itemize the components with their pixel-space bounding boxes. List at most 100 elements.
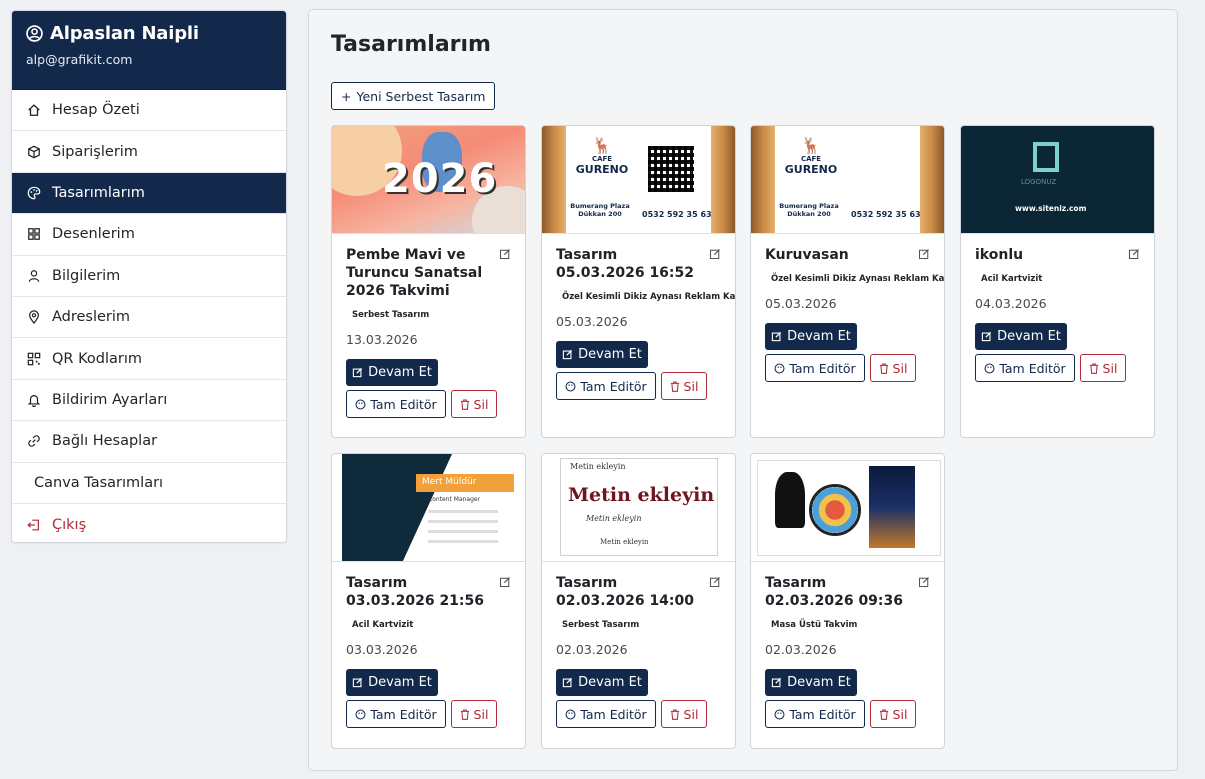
rename-icon[interactable] (709, 576, 721, 588)
continue-button[interactable]: Devam Et (765, 669, 857, 696)
rename-icon[interactable] (499, 248, 511, 260)
continue-button[interactable]: Devam Et (765, 323, 857, 350)
continue-button[interactable]: Devam Et (346, 669, 438, 696)
continue-button[interactable]: Devam Et (556, 341, 648, 368)
design-title: Tasarım 05.03.2026 16:52 (556, 247, 695, 281)
home-icon (26, 102, 42, 118)
design-title: ikonlu (975, 247, 1024, 263)
sidebar-item-adreslerim[interactable]: Adreslerim (12, 297, 286, 339)
full-editor-button[interactable]: Tam Editör (556, 700, 656, 728)
full-editor-button[interactable]: Tam Editör (765, 700, 865, 728)
continue-button[interactable]: Devam Et (346, 359, 438, 386)
continue-label: Devam Et (787, 329, 851, 344)
design-thumbnail[interactable]: 🦌 CAFE GURENO Bumerang Plaza Dükkan 200 … (542, 126, 735, 234)
location-pin-icon (26, 309, 42, 325)
design-thumbnail[interactable]: LOGONUZ www.siteniz.com (961, 126, 1154, 234)
sidebar-item-desenlerim[interactable]: Desenlerim (12, 214, 286, 256)
continue-label: Devam Et (578, 347, 642, 362)
continue-button[interactable]: Devam Et (556, 669, 648, 696)
continue-label: Devam Et (368, 675, 432, 690)
rename-icon[interactable] (918, 248, 930, 260)
sidebar-item-label: Tasarımlarım (52, 184, 145, 201)
night-scene-image (869, 466, 915, 548)
new-free-design-label: Yeni Serbest Tasarım (356, 88, 486, 104)
placeholder-text-small: Metin ekleyin (570, 462, 626, 471)
rename-icon[interactable] (709, 248, 721, 260)
delete-button[interactable]: Sil (1080, 354, 1126, 382)
sidebar-item-canva-tasarimlari[interactable]: Canva Tasarımları (12, 463, 286, 504)
placeholder-text-large: Metin ekleyin (568, 484, 715, 506)
full-editor-button[interactable]: Tam Editör (975, 354, 1075, 382)
design-card: 🦌 CAFE GURENO Bumerang Plaza Dükkan 200 … (541, 125, 736, 438)
user-circle-icon (26, 25, 43, 42)
sidebar-item-tasarimlarim[interactable]: Tasarımlarım (12, 172, 286, 215)
design-type-badge: Özel Kesimli Dikiz Aynası Reklam Kartı (765, 272, 944, 286)
palette-icon (355, 709, 366, 719)
trash-icon (879, 709, 888, 720)
edit-square-icon (562, 349, 573, 360)
delete-button[interactable]: Sil (661, 700, 707, 728)
delete-button[interactable]: Sil (870, 354, 916, 382)
full-editor-label: Tam Editör (789, 360, 856, 376)
delete-button[interactable]: Sil (661, 372, 707, 400)
full-editor-button[interactable]: Tam Editör (346, 390, 446, 418)
logout-icon (26, 517, 42, 533)
sidebar-item-label: Çıkış (52, 516, 87, 533)
design-thumbnail[interactable]: Metin ekleyin Metin ekleyin Metin ekleyi… (542, 454, 735, 562)
sidebar-item-label: QR Kodlarım (52, 350, 142, 367)
delete-button[interactable]: Sil (451, 390, 497, 418)
sidebar-item-hesap-ozeti[interactable]: Hesap Özeti (12, 90, 286, 132)
design-title: Kuruvasan (765, 247, 849, 263)
continue-button[interactable]: Devam Et (975, 323, 1067, 350)
trash-icon (460, 709, 469, 720)
full-editor-button[interactable]: Tam Editör (556, 372, 656, 400)
sidebar-item-bagli-hesaplar[interactable]: Bağlı Hesaplar (12, 421, 286, 463)
sidebar-item-label: Canva Tasarımları (34, 474, 164, 491)
design-thumbnail[interactable]: 🦌 CAFE GURENO Bumerang Plaza Dükkan 200 … (751, 126, 944, 234)
full-editor-button[interactable]: Tam Editör (346, 700, 446, 728)
trash-icon (460, 399, 469, 410)
sidebar-item-label: Bilgilerim (52, 267, 121, 284)
edit-square-icon (562, 677, 573, 688)
design-thumbnail[interactable]: Mert Müldür Content Manager (332, 454, 525, 562)
sidebar-item-siparislerim[interactable]: Siparişlerim (12, 131, 286, 173)
design-date: 02.03.2026 (556, 642, 628, 657)
cafe-phone: 0532 592 35 63 (851, 210, 921, 219)
sidebar-item-label: Adreslerim (52, 309, 131, 326)
edit-square-icon (981, 331, 992, 342)
design-title: Tasarım 03.03.2026 21:56 (346, 575, 485, 609)
delete-label: Sil (473, 706, 489, 722)
logo-mark (1033, 142, 1059, 172)
sidebar-item-label: Bağlı Hesaplar (52, 433, 158, 450)
new-free-design-button[interactable]: + Yeni Serbest Tasarım (331, 82, 496, 110)
profile-name-row: Alpaslan Naipli (26, 23, 272, 44)
rename-icon[interactable] (918, 576, 930, 588)
design-date: 03.03.2026 (346, 642, 418, 657)
trash-icon (879, 363, 888, 374)
placeholder-text-script: Metin ekleyin (586, 514, 642, 523)
person-icon (26, 268, 42, 284)
continue-label: Devam Et (578, 675, 642, 690)
sidebar-item-bildirim-ayarlari[interactable]: Bildirim Ayarları (12, 380, 286, 422)
design-thumbnail[interactable] (751, 454, 944, 562)
sidebar-item-bilgilerim[interactable]: Bilgilerim (12, 256, 286, 297)
rename-icon[interactable] (1128, 248, 1140, 260)
box-icon (26, 144, 42, 160)
sidebar-item-qr-kodlarim[interactable]: QR Kodlarım (12, 338, 286, 380)
delete-button[interactable]: Sil (870, 700, 916, 728)
design-thumbnail[interactable]: 2026 (332, 126, 525, 234)
full-editor-button[interactable]: Tam Editör (765, 354, 865, 382)
rename-icon[interactable] (499, 576, 511, 588)
qr-code-icon (26, 351, 42, 367)
sidebar-item-label: Hesap Özeti (52, 102, 140, 119)
sidebar-item-cikis[interactable]: Çıkış (12, 504, 286, 542)
user-name: Alpaslan Naipli (50, 23, 199, 44)
card-name-text: Mert Müldür (416, 474, 514, 492)
design-type-badge: Acil Kartvizit (346, 618, 420, 632)
design-card: Metin ekleyin Metin ekleyin Metin ekleyi… (541, 453, 736, 749)
sidebar-item-label: Siparişlerim (52, 143, 138, 160)
delete-button[interactable]: Sil (451, 700, 497, 728)
trash-icon (670, 709, 679, 720)
design-title: Tasarım 02.03.2026 09:36 (765, 575, 904, 609)
full-editor-label: Tam Editör (370, 706, 437, 722)
